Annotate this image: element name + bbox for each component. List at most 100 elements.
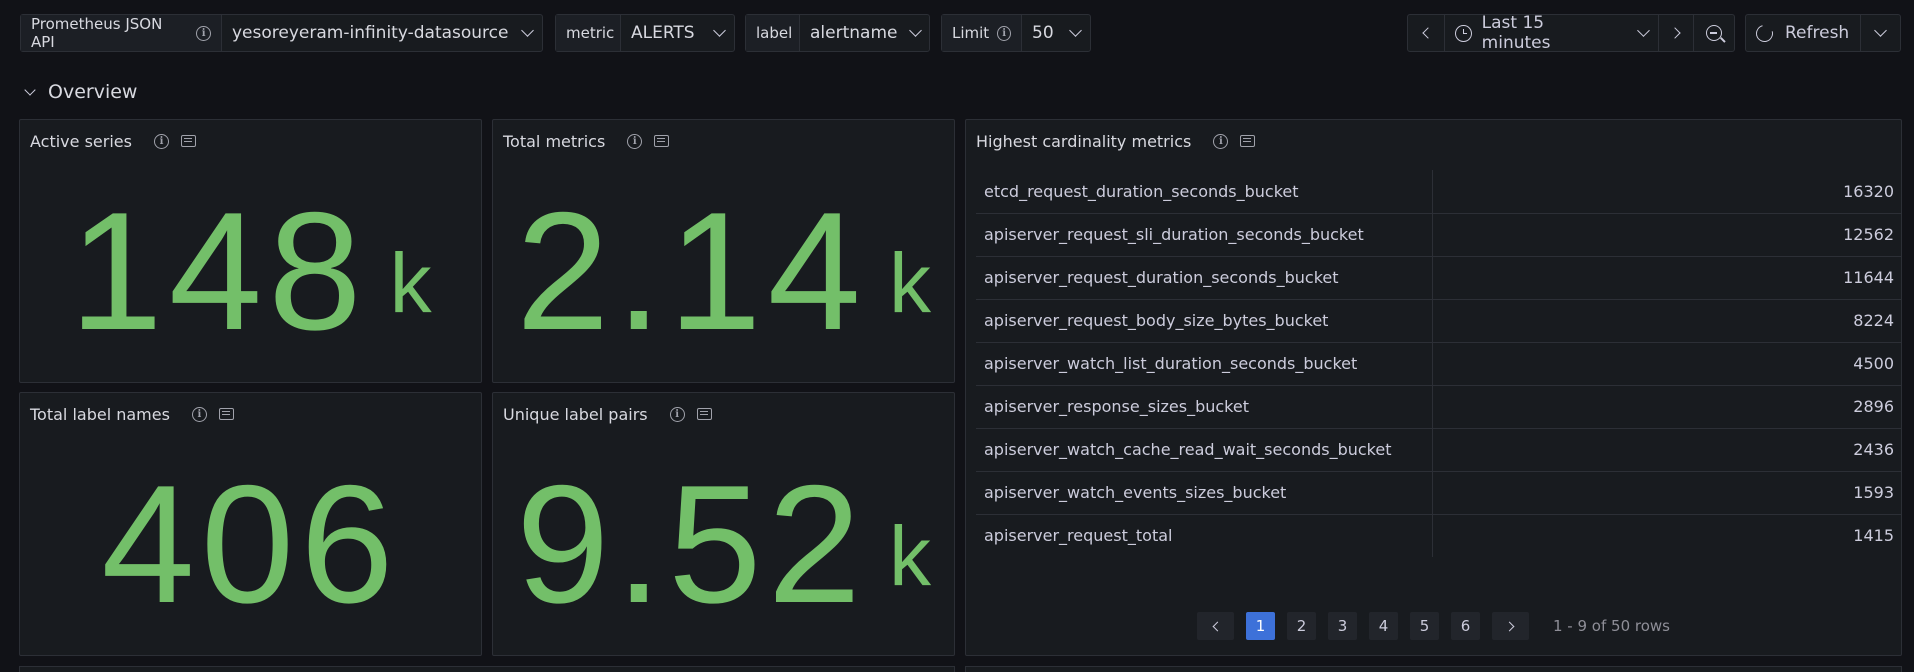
panel-unique-label-pairs: Unique label pairs i 9.52 k <box>492 392 955 656</box>
metric-variable: metric ALERTS <box>555 14 735 52</box>
limit-variable: Limit i 50 <box>941 14 1091 52</box>
info-icon[interactable]: i <box>997 25 1011 41</box>
time-range-button[interactable]: Last 15 minutes <box>1445 13 1659 53</box>
panel-header: Total metrics i <box>503 130 670 152</box>
refresh-label: Refresh <box>1785 23 1850 43</box>
panel-links-icon[interactable] <box>180 135 196 147</box>
table-row: apiserver_watch_list_duration_seconds_bu… <box>976 342 1902 386</box>
panel-header: Highest cardinality metrics i <box>976 130 1256 152</box>
time-back-button[interactable] <box>1408 15 1445 51</box>
chevron-left-icon <box>1421 27 1434 39</box>
info-icon[interactable]: i <box>196 25 211 41</box>
panel-links-icon[interactable] <box>218 408 234 420</box>
metric-variable-label: metric <box>556 15 621 51</box>
chevron-down-icon <box>521 24 534 37</box>
metric-name-cell: apiserver_request_total <box>976 514 1433 557</box>
panel-title: Unique label pairs <box>503 404 648 424</box>
table-row: etcd_request_duration_seconds_bucket 1632… <box>976 170 1902 214</box>
row-title: Overview <box>48 81 138 103</box>
datasource-variable-label: Prometheus JSON API i <box>21 15 222 51</box>
zoom-out-icon <box>1706 25 1722 41</box>
stat-value: 406 <box>20 433 481 655</box>
panel-title: Total metrics <box>503 131 606 151</box>
page-button[interactable]: 1 <box>1246 612 1275 640</box>
panel-total-metrics: Total metrics i 2.14 k <box>492 119 955 383</box>
table-row: apiserver_request_total 1415 <box>976 514 1902 557</box>
datasource-variable: Prometheus JSON API i yesoreyeram-infini… <box>20 14 543 52</box>
metric-name-cell: apiserver_watch_events_sizes_bucket <box>976 471 1433 515</box>
chevron-left-icon <box>1212 621 1222 631</box>
panel-title: Active series <box>30 131 132 151</box>
panel-title: Highest cardinality metrics <box>976 131 1192 151</box>
panel-next-row-left <box>19 666 955 672</box>
row-toggle-overview[interactable]: Overview <box>20 78 137 106</box>
panel-header: Unique label pairs i <box>503 403 712 425</box>
chevron-down-icon <box>713 24 726 37</box>
label-variable-label: label <box>746 15 800 51</box>
pagination: 1 2 3 4 5 6 1 - 9 of 50 rows <box>966 612 1901 640</box>
stat-value: 2.14 k <box>493 160 954 382</box>
metric-name-cell: apiserver_request_duration_seconds_bucke… <box>976 256 1433 300</box>
table-row: apiserver_response_sizes_bucket 2896 <box>976 385 1902 429</box>
panel-links-icon[interactable] <box>1240 135 1256 147</box>
label-select[interactable]: alertname <box>800 15 930 51</box>
page-button[interactable]: 2 <box>1287 612 1316 640</box>
panel-active-series: Active series i 148 k <box>19 119 482 383</box>
label-label-text: label <box>756 24 793 42</box>
page-button[interactable]: 4 <box>1369 612 1398 640</box>
stat-number: 9.52 <box>516 450 867 638</box>
refresh-picker: Refresh <box>1745 14 1901 52</box>
time-forward-button[interactable] <box>1659 15 1694 51</box>
prev-page-button[interactable] <box>1197 612 1234 640</box>
cardinality-table: etcd_request_duration_seconds_bucket 1632… <box>976 170 1902 557</box>
metric-count-cell: 2896 <box>1432 385 1902 429</box>
info-icon[interactable]: i <box>153 133 169 149</box>
panel-total-label-names: Total label names i 406 <box>19 392 482 656</box>
clock-icon <box>1455 24 1472 42</box>
chevron-down-icon <box>24 83 36 96</box>
stat-unit: k <box>389 236 432 330</box>
page-button[interactable]: 6 <box>1451 612 1480 640</box>
label-variable: label alertname <box>745 14 930 52</box>
metric-name-cell: apiserver_watch_list_duration_seconds_bu… <box>976 342 1433 386</box>
info-icon[interactable]: i <box>191 406 207 422</box>
datasource-select[interactable]: yesoreyeram-infinity-datasource <box>222 15 542 51</box>
time-range-label: Last 15 minutes <box>1481 13 1551 53</box>
table-row: apiserver_request_body_size_bytes_bucket… <box>976 299 1902 343</box>
chevron-down-icon <box>1874 24 1887 37</box>
label-value: alertname <box>810 23 898 43</box>
metric-select[interactable]: ALERTS <box>621 15 734 51</box>
stat-number: 2.14 <box>516 177 867 365</box>
next-page-button[interactable] <box>1492 612 1529 640</box>
refresh-interval-button[interactable] <box>1861 15 1900 51</box>
zoom-out-button[interactable] <box>1694 15 1734 51</box>
refresh-button[interactable]: Refresh <box>1746 15 1861 51</box>
stat-unit: k <box>888 509 931 603</box>
panel-links-icon[interactable] <box>654 135 670 147</box>
time-range-picker: Last 15 minutes <box>1407 13 1735 53</box>
panel-title: Total label names <box>30 404 170 424</box>
panel-links-icon[interactable] <box>696 408 712 420</box>
datasource-label-text: Prometheus JSON API <box>31 15 163 51</box>
datasource-value: yesoreyeram-infinity-datasource <box>232 23 509 43</box>
stat-number: 406 <box>101 450 400 638</box>
limit-label-text: Limit <box>952 24 990 42</box>
table-row: apiserver_watch_events_sizes_bucket 1593 <box>976 471 1902 515</box>
pagination-info: 1 - 9 of 50 rows <box>1553 617 1670 635</box>
info-icon[interactable]: i <box>669 406 685 422</box>
metric-value: ALERTS <box>631 23 695 43</box>
page-button[interactable]: 3 <box>1328 612 1357 640</box>
stat-value: 148 k <box>20 160 481 382</box>
metric-name-cell: apiserver_request_sli_duration_seconds_b… <box>976 213 1433 257</box>
info-icon[interactable]: i <box>627 133 643 149</box>
metric-count-cell: 12562 <box>1432 213 1902 257</box>
panel-header: Active series i <box>30 130 196 152</box>
metric-name-cell: apiserver_response_sizes_bucket <box>976 385 1433 429</box>
chevron-right-icon <box>1504 621 1514 631</box>
limit-select[interactable]: 50 <box>1022 15 1090 51</box>
metric-name-cell: etcd_request_duration_seconds_bucket <box>976 170 1433 214</box>
page-button[interactable]: 5 <box>1410 612 1439 640</box>
info-icon[interactable]: i <box>1213 133 1229 149</box>
metric-name-cell: apiserver_watch_cache_read_wait_seconds_… <box>976 428 1433 472</box>
table-row: apiserver_request_duration_seconds_bucke… <box>976 256 1902 300</box>
